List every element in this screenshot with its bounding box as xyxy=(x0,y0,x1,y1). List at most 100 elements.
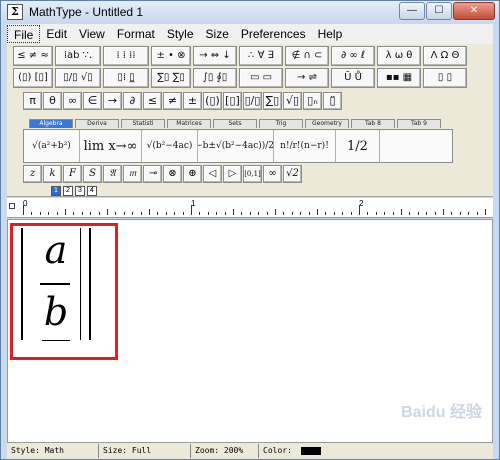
logical-symbols-button[interactable]: ∴ ∀ ∃ xyxy=(239,46,283,66)
menu-size[interactable]: Size xyxy=(200,25,235,43)
element-of-symbol-button[interactable]: ∈ xyxy=(83,92,102,110)
small-template-z[interactable]: z xyxy=(23,165,42,183)
tab-sets[interactable]: Sets xyxy=(213,119,257,128)
summation-template-button[interactable]: ∑▯ xyxy=(263,92,282,110)
ruler-tick xyxy=(426,212,428,215)
theta-symbol-button[interactable]: θ xyxy=(43,92,62,110)
size-tab-1[interactable]: 1 xyxy=(51,186,61,196)
ruler-tick xyxy=(73,212,75,215)
dot-accent-template-button[interactable]: ▯̈ xyxy=(323,92,342,110)
box-templates-button[interactable]: ▯ ▯ xyxy=(423,68,467,88)
menu-file[interactable]: File xyxy=(7,25,41,43)
menu-edit[interactable]: Edit xyxy=(40,25,73,43)
radical-template-button[interactable]: √▯ xyxy=(283,92,302,110)
size-tab-2[interactable]: 2 xyxy=(63,186,73,196)
tab-trig[interactable]: Trig xyxy=(259,119,303,128)
small-template-k[interactable]: k xyxy=(43,165,62,183)
small-template-f[interactable]: F xyxy=(63,165,82,183)
equation-document[interactable]: a b Baidu 经验 xyxy=(7,219,493,443)
small-template-interval[interactable]: [0,1] xyxy=(243,165,262,183)
right-arrow-symbol-button[interactable]: → xyxy=(103,92,122,110)
minimize-button[interactable]: — xyxy=(399,2,425,20)
size-tab-3[interactable]: 3 xyxy=(75,186,85,196)
fraction-template-button[interactable]: ▯/▯ xyxy=(243,92,262,110)
one-half-template[interactable]: 1/2 xyxy=(336,130,380,162)
tab-9[interactable]: Tab 9 xyxy=(397,119,441,128)
mathtype-app-icon[interactable]: Σ xyxy=(7,4,23,20)
misc-symbols-button[interactable]: ∂ ∞ ℓ xyxy=(331,46,375,66)
spaces-ellipses-button[interactable]: ⁞ab ∵. xyxy=(55,46,101,66)
small-template-multimap[interactable]: ⊸ xyxy=(143,165,162,183)
small-template-bar: z k F S 𝔄 𝔪 ⊸ ⊗ ⊕ ◁ ▷ [0,1] ∞ √2 xyxy=(23,165,302,183)
embellishments-button[interactable]: ⁞ ⁞ ⁞⁞ xyxy=(103,46,149,66)
greek-lowercase-button[interactable]: λ ω θ xyxy=(377,46,421,66)
menu-help[interactable]: Help xyxy=(312,25,349,43)
ruler-tick xyxy=(300,212,302,215)
less-equal-symbol-button[interactable]: ≤ xyxy=(143,92,162,110)
size-tab-4[interactable]: 4 xyxy=(87,186,97,196)
small-template-left-triangle[interactable]: ◁ xyxy=(203,165,222,183)
ruler-tick xyxy=(367,212,369,215)
fence-templates-button[interactable]: (▯) [▯] xyxy=(13,68,53,88)
close-button[interactable]: ✕ xyxy=(453,2,495,20)
arrow-symbols-button[interactable]: → ⇔ ↓ xyxy=(193,46,237,66)
menu-format[interactable]: Format xyxy=(111,25,161,43)
parentheses-template-button[interactable]: (▯) xyxy=(203,92,222,110)
small-template-oplus[interactable]: ⊕ xyxy=(183,165,202,183)
relational-symbols-button[interactable]: ≤ ≠ ≈ xyxy=(13,46,53,66)
ruler-tick xyxy=(325,212,327,215)
menu-style[interactable]: Style xyxy=(161,25,200,43)
tab-geometry[interactable]: Geometry xyxy=(305,119,349,128)
ruler-tick xyxy=(65,209,66,215)
small-template-s[interactable]: S xyxy=(83,165,102,183)
ruler-tick xyxy=(417,212,419,215)
tab-statistics[interactable]: Statisti xyxy=(121,119,165,128)
ruler-tick xyxy=(275,209,276,215)
tab-derivatives[interactable]: Deriva xyxy=(75,119,119,128)
pythagorean-template[interactable]: √(a²+b²) xyxy=(24,130,80,162)
pi-symbol-button[interactable]: π xyxy=(23,92,42,110)
subscript-template-button[interactable]: ▯ₙ xyxy=(303,92,322,110)
maximize-button[interactable]: ☐ xyxy=(426,2,452,20)
discriminant-template[interactable]: √(b²−4ac) xyxy=(142,130,198,162)
integral-templates-button[interactable]: ∫▯ ∮▯ xyxy=(193,68,237,88)
subscript-superscript-templates-button[interactable]: ▯⁞ ▯̲ xyxy=(103,68,149,88)
matrix-templates-button[interactable]: ▪▪ ▦ xyxy=(377,68,421,88)
ruler-tick xyxy=(98,212,100,215)
ruler-tab-marker[interactable] xyxy=(9,203,15,209)
tab-algebra[interactable]: Algebra xyxy=(29,119,73,128)
greek-uppercase-button[interactable]: Λ Ω Θ xyxy=(423,46,467,66)
tab-8[interactable]: Tab 8 xyxy=(351,119,395,128)
title-bar[interactable]: Σ MathType - Untitled 1 — ☐ ✕ xyxy=(1,1,499,23)
small-template-infinity[interactable]: ∞ xyxy=(263,165,282,183)
ruler[interactable]: 0 1 2 xyxy=(7,198,493,218)
partial-symbol-button[interactable]: ∂ xyxy=(123,92,142,110)
operator-symbols-button[interactable]: ± • ⊗ xyxy=(151,46,191,66)
summation-templates-button[interactable]: ∑▯ ∑▯ xyxy=(151,68,191,88)
underbar-overbar-templates-button[interactable]: ▭ ▭ xyxy=(239,68,283,88)
tab-matrices[interactable]: Matrices xyxy=(167,119,211,128)
limit-template[interactable]: lim x→∞ xyxy=(80,130,142,162)
fraction-bar xyxy=(40,283,70,285)
plus-minus-symbol-button[interactable]: ± xyxy=(183,92,202,110)
menu-preferences[interactable]: Preferences xyxy=(235,25,312,43)
not-equal-symbol-button[interactable]: ≠ xyxy=(163,92,182,110)
small-template-fraktur-m[interactable]: 𝔪 xyxy=(123,165,142,183)
status-bar: Style: Math Size: Full Zoom: 200% Color: xyxy=(7,443,493,459)
small-template-fraktur-a[interactable]: 𝔄 xyxy=(103,165,122,183)
mathtype-window: Σ MathType - Untitled 1 — ☐ ✕ File Edit … xyxy=(0,0,500,460)
infinity-symbol-button[interactable]: ∞ xyxy=(63,92,82,110)
window-controls: — ☐ ✕ xyxy=(399,2,495,20)
fraction-radical-templates-button[interactable]: ▯/▯ √▯ xyxy=(55,68,101,88)
small-template-otimes[interactable]: ⊗ xyxy=(163,165,182,183)
brackets-template-button[interactable]: [▯] xyxy=(223,92,242,110)
quadratic-formula-template[interactable]: (−b±√(b²−4ac))/2a xyxy=(198,130,274,162)
absolute-value-fraction[interactable]: a b xyxy=(21,228,91,344)
menu-view[interactable]: View xyxy=(73,25,111,43)
small-template-sqrt2[interactable]: √2 xyxy=(283,165,302,183)
labeled-arrow-templates-button[interactable]: → ⇌ xyxy=(285,68,329,88)
set-theory-symbols-button[interactable]: ∉ ∩ ⊂ xyxy=(285,46,329,66)
combination-template[interactable]: n!/r!(n−r)! xyxy=(274,130,336,162)
small-template-right-triangle[interactable]: ▷ xyxy=(223,165,242,183)
products-set-templates-button[interactable]: Ū Ů xyxy=(331,68,375,88)
